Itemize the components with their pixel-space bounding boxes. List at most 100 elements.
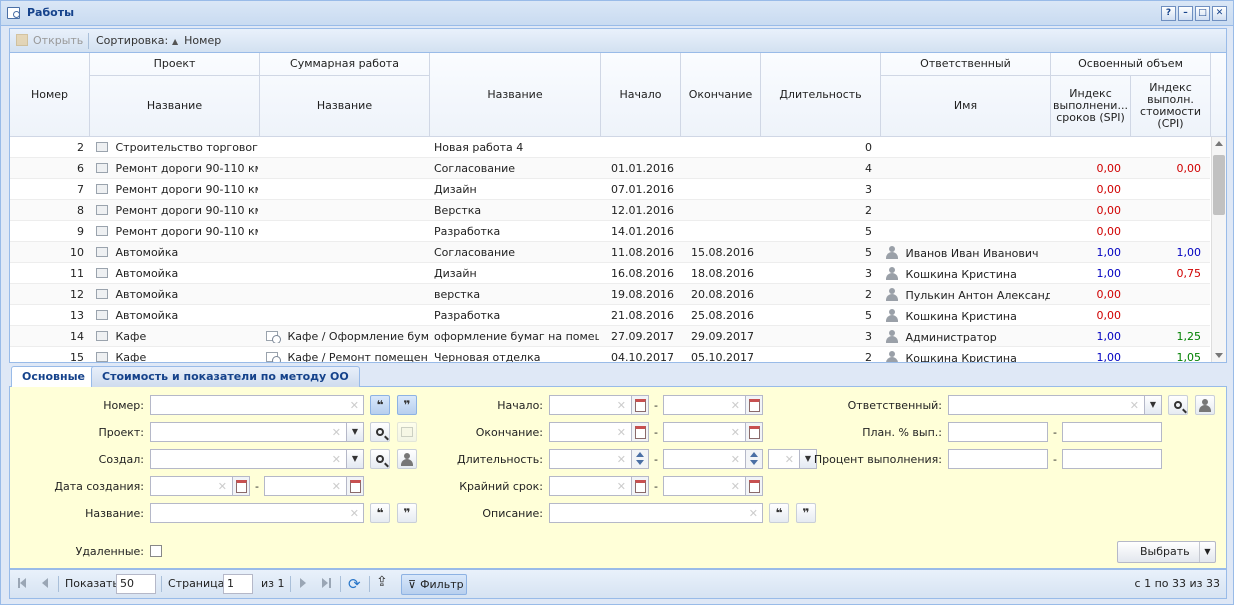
project-combo[interactable]: ✕ ▼: [150, 422, 364, 442]
clear-icon[interactable]: ✕: [749, 507, 758, 520]
created-date-from[interactable]: ✕: [150, 476, 250, 496]
col-start[interactable]: Начало: [601, 53, 681, 137]
done-pct-to[interactable]: [1062, 449, 1162, 469]
page-input[interactable]: 1: [223, 574, 253, 594]
table-row[interactable]: 10 Автомойка Согласование 11.08.2016 15.08.…: [10, 242, 1210, 263]
end-to[interactable]: ✕: [663, 422, 763, 442]
clear-icon[interactable]: ✕: [332, 453, 341, 466]
select-button[interactable]: Выбрать ▼: [1117, 541, 1216, 563]
spinner-icon[interactable]: [631, 450, 648, 468]
plan-pct-from[interactable]: [948, 422, 1048, 442]
table-row[interactable]: 14 Кафе Кафе / Оформление бум... оформлен…: [10, 326, 1210, 347]
calendar-icon[interactable]: [631, 477, 648, 495]
scroll-up-icon[interactable]: [1215, 141, 1223, 146]
deadline-from[interactable]: ✕: [549, 476, 649, 496]
table-row[interactable]: 13 Автомойка Разработка 21.08.2016 25.08.20…: [10, 305, 1210, 326]
clear-icon[interactable]: ✕: [785, 453, 794, 466]
clear-icon[interactable]: ✕: [350, 507, 359, 520]
help-button[interactable]: ?: [1161, 6, 1176, 21]
duration-to[interactable]: ✕: [663, 449, 763, 469]
close-button[interactable]: ✕: [1212, 6, 1227, 21]
number-input[interactable]: ✕: [150, 395, 364, 415]
calendar-icon[interactable]: [631, 396, 648, 414]
name-quote-open-button[interactable]: ❝: [370, 503, 390, 523]
prev-page-icon[interactable]: [42, 578, 48, 588]
col-project-name[interactable]: Название: [90, 76, 260, 137]
start-to[interactable]: ✕: [663, 395, 763, 415]
end-from[interactable]: ✕: [549, 422, 649, 442]
duration-from[interactable]: ✕: [549, 449, 649, 469]
filter-toggle-button[interactable]: ⊽ Фильтр: [401, 574, 467, 595]
quote-open-button[interactable]: ❝: [370, 395, 390, 415]
done-pct-from[interactable]: [948, 449, 1048, 469]
col-name[interactable]: Название: [430, 53, 601, 137]
calendar-icon[interactable]: [631, 423, 648, 441]
table-row[interactable]: 15 Кафе Кафе / Ремонт помещения Черновая …: [10, 347, 1210, 362]
tab-main[interactable]: Основные: [11, 366, 96, 388]
col-number[interactable]: Номер: [10, 53, 90, 137]
first-page-icon[interactable]: [20, 578, 26, 588]
created-by-combo[interactable]: ✕ ▼: [150, 449, 364, 469]
open-button[interactable]: Открыть: [16, 34, 83, 47]
created-by-search-button[interactable]: [370, 449, 390, 469]
sort-field-button[interactable]: ▲ Номер: [172, 34, 221, 47]
clear-icon[interactable]: ✕: [731, 426, 740, 439]
table-row[interactable]: 11 Автомойка Дизайн 16.08.2016 18.08.2016 3 …: [10, 263, 1210, 284]
col-end[interactable]: Окончание: [681, 53, 761, 137]
table-row[interactable]: 12 Автомойка верстка 19.08.2016 20.08.2016 2…: [10, 284, 1210, 305]
tab-cost-evm[interactable]: Стоимость и показатели по методу ОО: [91, 366, 360, 387]
created-date-to[interactable]: ✕: [264, 476, 364, 496]
responsible-combo[interactable]: ✕ ▼: [948, 395, 1162, 415]
vertical-scrollbar[interactable]: [1211, 137, 1226, 362]
clear-icon[interactable]: ✕: [731, 453, 740, 466]
description-quote-close-button[interactable]: ❞: [796, 503, 816, 523]
clear-icon[interactable]: ✕: [731, 480, 740, 493]
clear-icon[interactable]: ✕: [332, 480, 341, 493]
page-size-input[interactable]: 50: [116, 574, 156, 594]
next-page-icon[interactable]: [300, 578, 306, 588]
col-cpi[interactable]: Индекс выполн. стоимости (CPI): [1131, 76, 1211, 137]
col-summary-name[interactable]: Название: [260, 76, 430, 137]
chevron-down-icon[interactable]: ▼: [1199, 542, 1215, 562]
clear-icon[interactable]: ✕: [1130, 399, 1139, 412]
export-icon[interactable]: ⇪: [376, 574, 388, 590]
clear-icon[interactable]: ✕: [617, 480, 626, 493]
plan-pct-to[interactable]: [1062, 422, 1162, 442]
col-spi[interactable]: Индекс выполнени... сроков (SPI): [1051, 76, 1131, 137]
maximize-button[interactable]: □: [1195, 6, 1210, 21]
table-row[interactable]: 6 Ремонт дороги 90-110 км Согласование 01.…: [10, 158, 1210, 179]
calendar-icon[interactable]: [346, 477, 363, 495]
clear-icon[interactable]: ✕: [617, 399, 626, 412]
spinner-icon[interactable]: [745, 450, 762, 468]
clear-icon[interactable]: ✕: [617, 453, 626, 466]
calendar-icon[interactable]: [745, 477, 762, 495]
table-row[interactable]: 8 Ремонт дороги 90-110 км Верстка 12.01.20…: [10, 200, 1210, 221]
responsible-search-button[interactable]: [1168, 395, 1188, 415]
description-input[interactable]: ✕: [549, 503, 763, 523]
refresh-icon[interactable]: ⟳: [348, 575, 361, 593]
project-search-button[interactable]: [370, 422, 390, 442]
deadline-to[interactable]: ✕: [663, 476, 763, 496]
description-quote-open-button[interactable]: ❝: [769, 503, 789, 523]
chevron-down-icon[interactable]: ▼: [1144, 396, 1161, 414]
col-responsible-name[interactable]: Имя: [881, 76, 1051, 137]
last-page-icon[interactable]: [322, 578, 328, 588]
table-row[interactable]: 2 Строительство торговог... Новая работа …: [10, 137, 1210, 158]
col-duration[interactable]: Длительность: [761, 53, 881, 137]
scroll-thumb[interactable]: [1213, 155, 1225, 215]
clear-icon[interactable]: ✕: [731, 399, 740, 412]
clear-icon[interactable]: ✕: [617, 426, 626, 439]
calendar-icon[interactable]: [232, 477, 249, 495]
scroll-down-icon[interactable]: [1215, 353, 1223, 358]
calendar-icon[interactable]: [745, 396, 762, 414]
chevron-down-icon[interactable]: ▼: [346, 423, 363, 441]
minimize-button[interactable]: –: [1178, 6, 1193, 21]
clear-icon[interactable]: ✕: [218, 480, 227, 493]
clear-icon[interactable]: ✕: [332, 426, 341, 439]
clear-icon[interactable]: ✕: [350, 399, 359, 412]
deleted-checkbox[interactable]: [150, 545, 162, 557]
table-row[interactable]: 9 Ремонт дороги 90-110 км Разработка 14.01…: [10, 221, 1210, 242]
table-row[interactable]: 7 Ремонт дороги 90-110 км Дизайн 07.01.201…: [10, 179, 1210, 200]
start-from[interactable]: ✕: [549, 395, 649, 415]
calendar-icon[interactable]: [745, 423, 762, 441]
